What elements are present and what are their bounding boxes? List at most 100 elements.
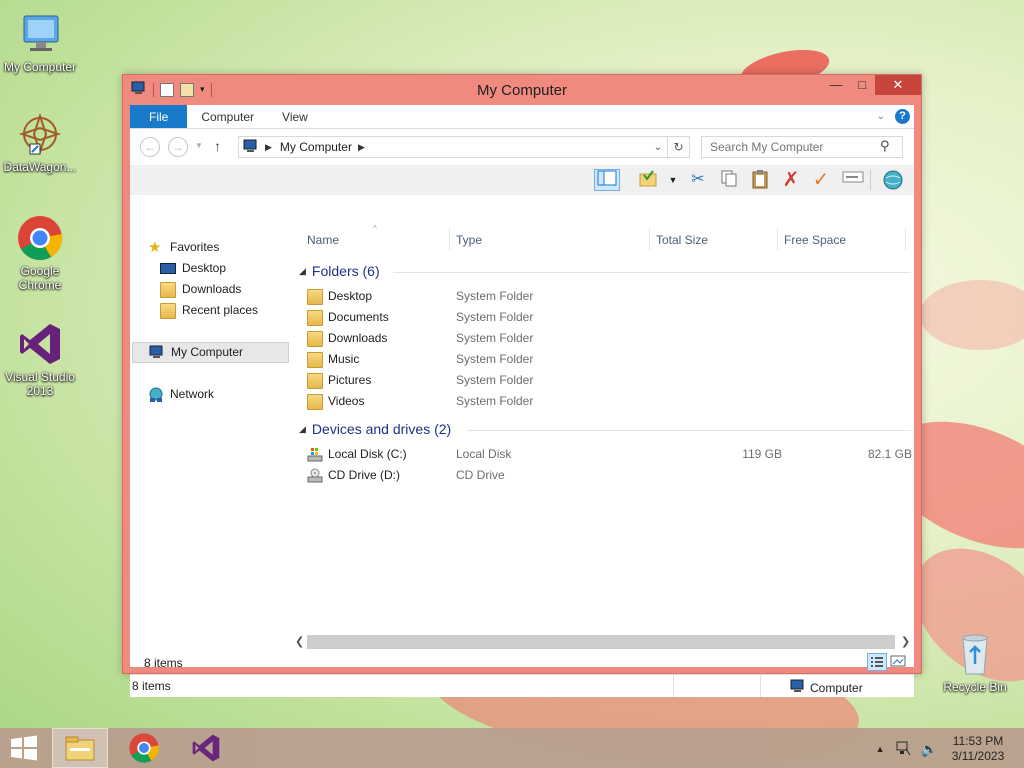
search-icon[interactable]: ⚲ (880, 138, 890, 154)
computer-icon (790, 679, 806, 696)
show-hidden-icons-button[interactable]: ▲ (876, 744, 885, 754)
refresh-button[interactable]: ↻ (667, 137, 689, 157)
nav-item-my-computer[interactable]: My Computer (132, 342, 289, 363)
chevron-down-icon[interactable]: ▼ (660, 169, 686, 191)
delete-icon[interactable]: ✗ (778, 169, 804, 191)
separator (870, 170, 871, 190)
column-header-name[interactable]: Name (307, 233, 339, 247)
horizontal-scrollbar[interactable]: ❮ ❯ (293, 635, 914, 651)
nav-label: Desktop (182, 261, 227, 275)
minimize-button[interactable]: — (823, 75, 849, 95)
scroll-left-button[interactable]: ❮ (295, 635, 304, 648)
list-item-documents[interactable]: Documents System Folder (307, 307, 907, 328)
explorer-window[interactable]: ▾ My Computer — □ ✕ File Computer View ⌄… (122, 74, 922, 697)
nav-label: Favorites (170, 240, 220, 254)
chevron-right-icon[interactable]: ▶ (358, 142, 365, 153)
chevron-right-icon[interactable]: ▶ (265, 142, 272, 153)
item-type: System Folder (456, 289, 534, 303)
group-divider (393, 272, 911, 273)
cd-drive-icon (307, 468, 323, 484)
desktop-icon-chrome[interactable]: Google Chrome (0, 214, 80, 292)
globe-icon[interactable] (880, 169, 906, 191)
visual-studio-icon (192, 734, 220, 762)
desktop-icon-label: DataWagon... (3, 160, 77, 174)
group-header-folders[interactable]: ◢ Folders (6) (299, 263, 911, 279)
column-divider[interactable] (777, 228, 778, 250)
taskbar-chrome[interactable] (116, 728, 172, 768)
desktop-icon-recycle-bin[interactable]: Recycle Bin (935, 630, 1015, 694)
forward-button[interactable]: → (168, 137, 188, 157)
list-item-pictures[interactable]: Pictures System Folder (307, 370, 907, 391)
preview-pane-button[interactable] (594, 169, 620, 191)
scroll-right-button[interactable]: ❯ (901, 635, 910, 648)
folder-icon (307, 394, 323, 410)
downloads-folder-icon (160, 281, 176, 298)
tab-view[interactable]: View (268, 105, 322, 128)
taskbar-file-explorer[interactable] (52, 728, 108, 768)
column-headers: Name ^ Type Total Size Free Space (293, 224, 914, 252)
chevron-down-icon[interactable]: ⌄ (649, 142, 667, 153)
tab-file[interactable]: File (130, 105, 188, 128)
column-header-free-space[interactable]: Free Space (784, 233, 846, 247)
scrollbar-thumb[interactable] (307, 635, 895, 649)
list-item-videos[interactable]: Videos System Folder (307, 391, 907, 412)
window-controls: — □ ✕ (823, 75, 921, 95)
column-divider[interactable] (905, 228, 906, 250)
nav-item-network[interactable]: Network (148, 384, 305, 405)
taskbar-visual-studio[interactable] (178, 728, 234, 768)
volume-icon[interactable]: 🔈 (921, 741, 938, 758)
up-button[interactable]: ↑ (214, 138, 221, 154)
file-explorer-icon (65, 736, 95, 761)
list-item-desktop[interactable]: Desktop System Folder (307, 286, 907, 307)
column-header-type[interactable]: Type (456, 233, 482, 247)
list-item-music[interactable]: Music System Folder (307, 349, 907, 370)
close-button[interactable]: ✕ (875, 75, 921, 95)
select-folder-icon[interactable] (635, 169, 661, 191)
column-header-total-size[interactable]: Total Size (656, 233, 708, 247)
desktop-icon-datawagon[interactable]: DataWagon... (0, 110, 80, 174)
back-button[interactable]: ← (140, 137, 160, 157)
desktop-icon-visual-studio[interactable]: Visual Studio 2013 (0, 320, 80, 398)
search-input[interactable] (701, 136, 903, 158)
nav-favorites[interactable]: ★ Favorites (148, 237, 305, 258)
recent-locations-icon[interactable]: ▼ (195, 141, 203, 150)
list-item-cd-drive[interactable]: CD Drive (D:) CD Drive (307, 465, 907, 486)
maximize-button[interactable]: □ (849, 75, 875, 95)
item-name: Documents (328, 310, 389, 324)
item-type: Local Disk (456, 447, 512, 461)
cut-icon[interactable]: ✂ (685, 169, 711, 191)
datawagon-icon (16, 110, 64, 158)
breadcrumb[interactable]: My Computer (280, 140, 352, 154)
status-bar: 8 items Computer (130, 674, 914, 697)
copy-icon[interactable] (716, 169, 742, 191)
ribbon-expand-icon[interactable]: ⌄ (877, 111, 885, 122)
list-item-downloads[interactable]: Downloads System Folder (307, 328, 907, 349)
checkmark-icon[interactable]: ✓ (808, 169, 834, 191)
column-divider[interactable] (449, 228, 450, 250)
item-type: System Folder (456, 373, 534, 387)
group-title: Devices and drives (2) (311, 421, 452, 437)
collapse-icon[interactable]: ◢ (299, 266, 306, 277)
title-bar[interactable]: ▾ My Computer — □ ✕ (123, 75, 921, 105)
address-bar[interactable]: ▶ My Computer ▶ ⌄ ↻ (238, 136, 690, 158)
help-icon[interactable]: ? (895, 109, 910, 124)
rename-icon[interactable] (840, 169, 866, 191)
item-free-space: 82.1 GB (867, 447, 912, 461)
item-count: 8 items (144, 656, 183, 670)
network-icon[interactable] (895, 740, 911, 759)
start-button[interactable] (0, 728, 48, 768)
nav-label: Downloads (182, 282, 242, 296)
folder-icon (307, 331, 323, 347)
desktop-icon-my-computer[interactable]: My Computer (0, 10, 80, 74)
nav-label: Recent places (182, 303, 259, 317)
item-name: Local Disk (C:) (328, 447, 407, 461)
group-header-devices[interactable]: ◢ Devices and drives (2) (299, 421, 911, 437)
large-icons-view-button[interactable] (890, 654, 908, 670)
clock[interactable]: 11:53 PM 3/11/2023 (948, 734, 1008, 764)
tab-computer[interactable]: Computer (187, 105, 268, 128)
collapse-icon[interactable]: ◢ (299, 424, 306, 435)
details-view-button[interactable] (867, 653, 887, 671)
column-divider[interactable] (649, 228, 650, 250)
list-item-local-disk[interactable]: Local Disk (C:) Local Disk 119 GB 82.1 G… (307, 444, 912, 465)
paste-icon[interactable] (747, 169, 773, 191)
